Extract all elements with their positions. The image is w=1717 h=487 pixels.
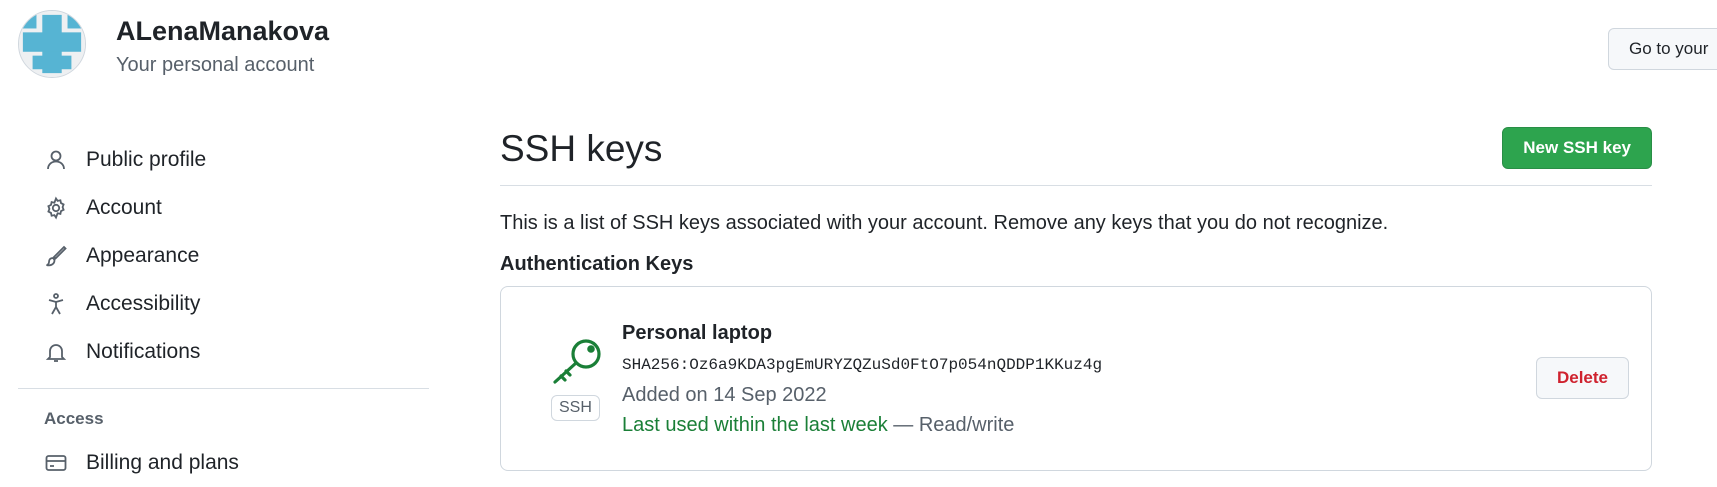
sidebar-item-billing[interactable]: Billing and plans <box>18 439 429 487</box>
sidebar-item-account[interactable]: Account <box>18 184 429 232</box>
key-fingerprint: SHA256:Oz6a9KDA3pgEmURYZQZuSd0FtO7p054nQ… <box>622 356 1103 374</box>
page-header: SSH keys New SSH key <box>500 120 1652 186</box>
key-type-badge: SSH <box>551 395 600 421</box>
sidebar-section-heading: Access <box>44 409 104 428</box>
sidebar-item-label: Billing and plans <box>86 451 239 474</box>
page-description: This is a list of SSH keys associated wi… <box>500 212 1389 234</box>
account-subtitle: Your personal account <box>116 54 315 76</box>
sidebar-item-label: Accessibility <box>86 292 201 315</box>
main-content: SSH keys New SSH key This is a list of S… <box>500 120 1652 471</box>
ssh-key-item: SSH Personal laptop SHA256:Oz6a9KDA3pgEm… <box>500 286 1652 471</box>
sidebar-item-accessibility[interactable]: Accessibility <box>18 280 429 328</box>
settings-sidebar: Public profile Account Appearance Access… <box>18 136 429 487</box>
sidebar-item-appearance[interactable]: Appearance <box>18 232 429 280</box>
go-to-profile-button[interactable]: Go to your <box>1608 28 1717 70</box>
identicon-image <box>19 11 85 77</box>
sidebar-item-label: Appearance <box>86 244 200 267</box>
key-last-used: Last used within the last week <box>622 414 888 436</box>
new-ssh-key-button[interactable]: New SSH key <box>1502 126 1652 169</box>
sidebar-item-notifications[interactable]: Notifications <box>18 328 429 376</box>
accessibility-icon <box>44 292 68 316</box>
delete-key-button[interactable]: Delete <box>1535 357 1629 399</box>
credit-card-icon <box>44 451 68 475</box>
sidebar-divider <box>18 388 429 389</box>
user-name[interactable]: ALenaManakova <box>116 16 329 47</box>
sidebar-item-label: Notifications <box>86 340 201 363</box>
key-usage: Last used within the last week — Read/wr… <box>622 414 1014 437</box>
sidebar-item-public-profile[interactable]: Public profile <box>18 136 429 184</box>
avatar[interactable] <box>18 10 86 78</box>
sidebar-item-label: Account <box>86 196 162 219</box>
key-added-date: Added on 14 Sep 2022 <box>622 384 827 406</box>
gear-icon <box>44 196 68 220</box>
bell-icon <box>44 340 68 364</box>
page-title: SSH keys <box>500 127 663 169</box>
sidebar-item-label: Public profile <box>86 148 207 171</box>
key-icon <box>549 337 605 387</box>
key-title: Personal laptop <box>622 322 773 344</box>
authentication-keys-heading: Authentication Keys <box>500 253 694 275</box>
key-access-level: — Read/write <box>887 414 1015 436</box>
paintbrush-icon <box>44 244 68 268</box>
person-icon <box>44 148 68 172</box>
